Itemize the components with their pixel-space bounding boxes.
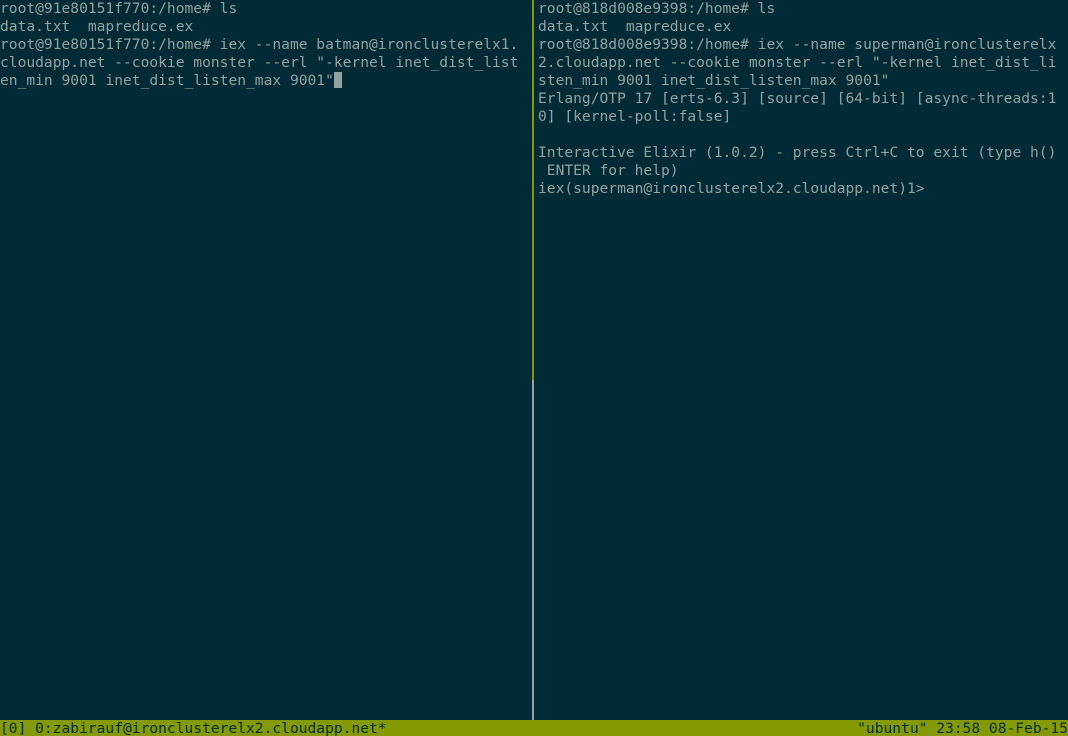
pane-divider[interactable]: [532, 380, 534, 720]
terminal-line: 2.cloudapp.net --cookie monster --erl "-…: [538, 54, 1057, 71]
terminal-line: ENTER for help): [538, 162, 679, 179]
terminal-input-text: en_min 9001 inet_dist_listen_max 9001": [0, 72, 334, 89]
terminal-line: Interactive Elixir (1.0.2) - press Ctrl+…: [538, 144, 1057, 161]
terminal-line: root@91e80151f770:/home# iex --name batm…: [0, 36, 519, 53]
terminal-line: root@818d008e9398:/home# ls: [538, 0, 776, 17]
text-cursor: [333, 72, 342, 88]
status-window-list[interactable]: [0] 0:zabirauf@ironclusterelx2.cloudapp.…: [0, 720, 387, 736]
tmux-status-bar: [0] 0:zabirauf@ironclusterelx2.cloudapp.…: [0, 720, 1068, 736]
terminal-line: root@91e80151f770:/home# ls: [0, 0, 238, 17]
terminal-line: data.txt mapreduce.ex: [0, 18, 194, 35]
terminal-input-line[interactable]: en_min 9001 inet_dist_listen_max 9001": [0, 72, 532, 90]
terminal-line: 0] [kernel-poll:false]: [538, 108, 732, 125]
pane-divider-active[interactable]: [532, 0, 534, 380]
terminal-line: sten_min 9001 inet_dist_listen_max 9001": [538, 72, 890, 89]
terminal-pane-right[interactable]: root@818d008e9398:/home# ls data.txt map…: [538, 0, 1068, 720]
terminal-line: root@818d008e9398:/home# iex --name supe…: [538, 36, 1057, 53]
terminal-line: Erlang/OTP 17 [erts-6.3] [source] [64-bi…: [538, 90, 1057, 107]
iex-prompt-line[interactable]: iex(superman@ironclusterelx2.cloudapp.ne…: [538, 180, 1068, 198]
status-host-clock: "ubuntu" 23:58 08-Feb-15: [857, 720, 1068, 736]
terminal-line: cloudapp.net --cookie monster --erl "-ke…: [0, 54, 519, 71]
terminal-pane-left[interactable]: root@91e80151f770:/home# ls data.txt map…: [0, 0, 532, 720]
terminal-line: data.txt mapreduce.ex: [538, 18, 732, 35]
